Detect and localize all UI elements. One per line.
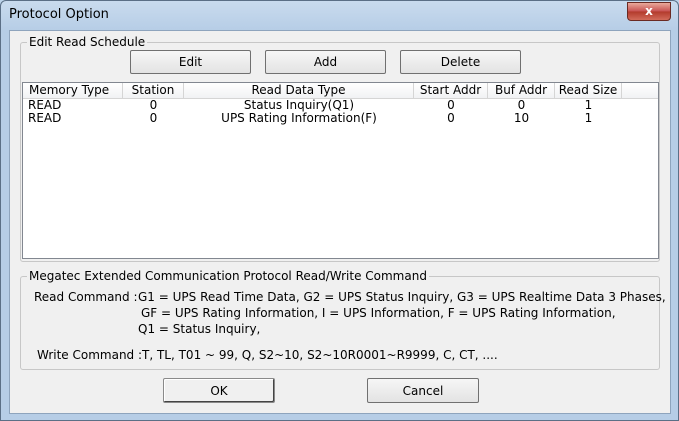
protocol-option-dialog: Protocol Option x Edit Read Schedule Edi… xyxy=(0,0,679,421)
window-title: Protocol Option xyxy=(9,7,109,22)
cell-station: 0 xyxy=(149,99,158,112)
read-command-line-3: Q1 = Status Inquiry, xyxy=(138,322,261,336)
column-header-buf-addr[interactable]: Buf Addr xyxy=(488,83,555,99)
cell-start-addr: 0 xyxy=(447,99,455,112)
cell-station: 0 xyxy=(149,112,158,125)
write-command-text: T, TL, T01 ~ 99, Q, S2~10, S2~10R0001~R9… xyxy=(142,348,498,362)
cell-read-size: 1 xyxy=(584,112,593,125)
cell-buf-addr: 0 xyxy=(517,99,526,112)
cell-memory-type: READ xyxy=(28,99,62,112)
add-button[interactable]: Add xyxy=(265,50,386,74)
cell-start-addr: 0 xyxy=(447,112,455,125)
edit-read-schedule-legend: Edit Read Schedule xyxy=(27,35,148,49)
read-command-label: Read Command : xyxy=(34,290,138,304)
read-command-line-1: G1 = UPS Read Time Data, G2 = UPS Status… xyxy=(138,290,666,304)
column-header-station[interactable]: Station xyxy=(123,83,184,99)
cell-memory-type: READ xyxy=(28,112,62,125)
dialog-client-area: Edit Read Schedule Edit Add Delete Memor… xyxy=(9,30,671,414)
column-header-read-size[interactable]: Read Size xyxy=(555,83,622,99)
write-command-label: Write Command : xyxy=(37,348,143,362)
read-command-line-2: GF = UPS Rating Information, I = UPS Inf… xyxy=(141,306,616,320)
cell-read-size: 1 xyxy=(584,99,593,112)
list-header: Memory Type Station Read Data Type Start… xyxy=(23,83,658,99)
read-schedule-list[interactable]: Memory Type Station Read Data Type Start… xyxy=(22,82,659,259)
table-row[interactable]: READ 0 UPS Rating Information(F) 0 10 1 xyxy=(23,112,658,125)
table-row[interactable]: READ 0 Status Inquiry(Q1) 0 0 1 xyxy=(23,99,658,112)
megatec-command-legend: Megatec Extended Communication Protocol … xyxy=(27,269,429,283)
column-header-memory-type[interactable]: Memory Type xyxy=(23,83,123,99)
cell-read-data-type: Status Inquiry(Q1) xyxy=(243,99,355,112)
column-header-start-addr[interactable]: Start Addr xyxy=(414,83,488,99)
column-header-read-data-type[interactable]: Read Data Type xyxy=(184,83,414,99)
cancel-button[interactable]: Cancel xyxy=(367,378,479,403)
cell-buf-addr: 10 xyxy=(513,112,530,125)
cell-read-data-type: UPS Rating Information(F) xyxy=(221,112,377,125)
close-button[interactable]: x xyxy=(627,2,671,21)
title-bar[interactable]: Protocol Option x xyxy=(1,1,678,31)
edit-button[interactable]: Edit xyxy=(130,50,251,74)
delete-button[interactable]: Delete xyxy=(400,50,521,74)
ok-button[interactable]: OK xyxy=(163,378,275,403)
